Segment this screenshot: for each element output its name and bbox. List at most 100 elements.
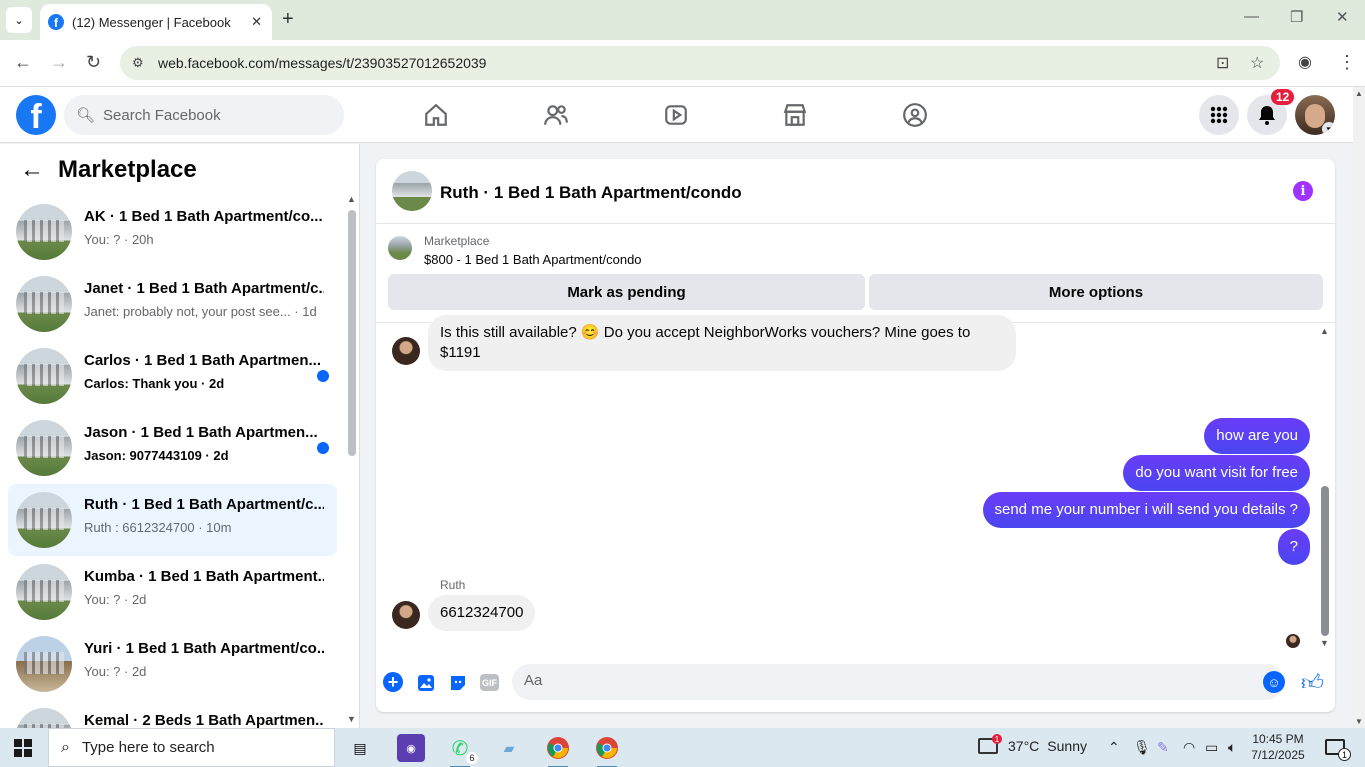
mark-as-pending-button[interactable]: Mark as pending (388, 274, 865, 310)
sidebar-scrollbar[interactable]: ▲ ▼ (346, 194, 358, 724)
notification-center-icon[interactable]: 1 (1325, 739, 1351, 761)
conversation-item[interactable]: Yuri · 1 Bed 1 Bath Apartment/co... You:… (8, 628, 337, 700)
task-view-icon[interactable]: ▤ (346, 734, 374, 762)
info-icon[interactable]: i (1293, 181, 1313, 201)
friends-icon[interactable] (536, 99, 576, 131)
groups-icon[interactable] (895, 99, 935, 131)
menu-grid-icon[interactable] (1199, 95, 1239, 135)
url-text: web.facebook.com/messages/t/239035270126… (158, 55, 487, 71)
video-icon[interactable] (656, 99, 696, 131)
scroll-up-icon[interactable]: ▲ (1355, 89, 1363, 98)
home-icon[interactable] (416, 99, 456, 131)
pen-icon[interactable]: ✎ (1157, 739, 1169, 756)
listing-thumbnail (16, 420, 72, 476)
tab-close-icon[interactable]: ✕ (251, 14, 262, 30)
browser-tab[interactable]: f (12) Messenger | Facebook ✕ (40, 4, 272, 40)
microphone-icon[interactable]: 🎙︎ (1133, 739, 1151, 756)
speaker-muted-icon[interactable]: 🔈︎ (1228, 739, 1236, 756)
facebook-logo[interactable]: f (16, 95, 56, 135)
app-icon[interactable]: ◉ (397, 734, 425, 762)
outgoing-message: do you want visit for free (1123, 455, 1310, 491)
weather-badge: 1 (992, 734, 1002, 744)
thumbs-up-icon[interactable]: 👍︎ (1301, 669, 1324, 696)
message-input[interactable] (524, 672, 1244, 689)
conversation-name: Carlos · 1 Bed 1 Bath Apartmen... (84, 352, 321, 369)
listing-price[interactable]: $800 - 1 Bed 1 Bath Apartment/condo (424, 252, 642, 267)
listing-thumbnail (16, 492, 72, 548)
back-arrow-icon[interactable]: ← (20, 156, 44, 184)
scroll-up-icon[interactable]: ▲ (347, 194, 356, 204)
conversation-name: Kumba · 1 Bed 1 Bath Apartment... (84, 568, 324, 585)
browser-menu-icon[interactable]: ⋮ (1338, 52, 1356, 73)
profile-icon[interactable]: ◉ (1298, 52, 1312, 72)
message-scrollbar[interactable]: ▲ ▼ (1319, 326, 1331, 648)
chrome-icon[interactable] (544, 734, 572, 767)
system-clock[interactable]: 10:45 PM 7/12/2025 (1250, 731, 1306, 763)
scroll-up-icon[interactable]: ▲ (1320, 326, 1329, 336)
photo-icon[interactable] (415, 672, 437, 694)
install-app-icon[interactable]: ⊡ (1216, 53, 1229, 73)
conversation-item[interactable]: Jason · 1 Bed 1 Bath Apartmen... Jason: … (8, 412, 337, 484)
conversation-name: Yuri · 1 Bed 1 Bath Apartment/co... (84, 640, 324, 657)
chevron-up-icon[interactable]: ⌃ (1108, 739, 1120, 756)
listing-thumbnail (16, 204, 72, 260)
forward-button[interactable]: → (50, 52, 68, 73)
reload-button[interactable]: ↻ (86, 52, 101, 73)
chat-title[interactable]: Ruth · 1 Bed 1 Bath Apartment/condo (440, 183, 742, 203)
incoming-message: 6612324700 (428, 595, 536, 631)
site-settings-icon[interactable]: ⚙ (132, 55, 148, 71)
sticker-icon[interactable] (447, 672, 469, 694)
listing-thumbnail[interactable] (388, 236, 412, 260)
whatsapp-icon[interactable]: ✆ 6 (446, 734, 478, 767)
gif-icon[interactable]: GIF (480, 674, 499, 691)
facebook-search[interactable]: 🔍︎ (64, 95, 344, 135)
notification-count-badge: 12 (1271, 89, 1295, 105)
ruth-avatar (392, 601, 420, 629)
conversation-item[interactable]: Kemal · 2 Beds 1 Bath Apartmen... (8, 700, 337, 728)
bookmark-star-icon[interactable]: ☆ (1250, 53, 1264, 73)
conversation-preview: Janet: probably not, your post see... · … (84, 304, 317, 319)
restore-button[interactable]: ❐ (1290, 8, 1303, 26)
weather-condition: Sunny (1047, 738, 1087, 754)
scroll-down-icon[interactable]: ▼ (347, 714, 356, 724)
address-bar[interactable]: ⚙ web.facebook.com/messages/t/2390352701… (120, 46, 1280, 80)
listing-thumbnail[interactable] (392, 171, 432, 211)
scrollbar-thumb[interactable] (348, 210, 356, 456)
weather-widget[interactable]: 1 37°C Sunny (978, 734, 1087, 754)
more-options-button[interactable]: More options (869, 274, 1323, 310)
message-input-field[interactable]: ☺ (512, 664, 1285, 700)
scroll-down-icon[interactable]: ▼ (1355, 717, 1363, 726)
emoji-icon[interactable]: ☺ (1263, 671, 1285, 693)
ruth-avatar (392, 337, 420, 365)
search-input[interactable] (103, 106, 324, 124)
new-tab-button[interactable]: + (282, 8, 294, 31)
marketplace-icon[interactable] (775, 99, 815, 131)
message-list: Is this still available? 😊 Do you accept… (376, 315, 1335, 649)
conversation-item[interactable]: Janet · 1 Bed 1 Bath Apartment/c... Jane… (8, 268, 337, 340)
plus-icon[interactable]: + (383, 672, 403, 692)
sidebar-header: ← Marketplace (20, 156, 197, 184)
back-button[interactable]: ← (14, 52, 32, 73)
account-avatar[interactable]: ▼ (1295, 95, 1335, 135)
incoming-message: Is this still available? 😊 Do you accept… (428, 315, 1016, 371)
minimize-button[interactable]: — (1244, 8, 1259, 25)
notification-center-badge: 1 (1338, 748, 1351, 761)
conversation-item[interactable]: AK · 1 Bed 1 Bath Apartment/co... You: ?… (8, 196, 337, 268)
close-window-button[interactable]: ✕ (1336, 8, 1349, 26)
scrollbar-thumb[interactable] (1321, 486, 1329, 636)
tab-search-button[interactable]: ⌄ (6, 7, 32, 33)
page-scrollbar[interactable]: ▲ ▼ (1353, 87, 1365, 728)
taskbar-search[interactable]: ⌕ Type here to search (48, 728, 335, 767)
conversation-item[interactable]: Kumba · 1 Bed 1 Bath Apartment... You: ?… (8, 556, 337, 628)
windows-start-icon[interactable] (14, 739, 32, 757)
network-icon[interactable]: ◠ (1183, 739, 1195, 756)
battery-icon[interactable]: ▭ (1205, 739, 1218, 756)
clock-date: 7/12/2025 (1251, 748, 1305, 762)
outgoing-message: how are you (1204, 418, 1310, 454)
scroll-down-icon[interactable]: ▼ (1320, 638, 1329, 648)
file-app-icon[interactable]: ▰ (495, 734, 523, 762)
chrome-profile-icon[interactable] (593, 734, 621, 767)
conversation-item[interactable]: Carlos · 1 Bed 1 Bath Apartmen... Carlos… (8, 340, 337, 412)
conversation-preview: You: ? · 2d (84, 592, 147, 607)
conversation-item-active[interactable]: Ruth · 1 Bed 1 Bath Apartment/c... Ruth … (8, 484, 337, 556)
